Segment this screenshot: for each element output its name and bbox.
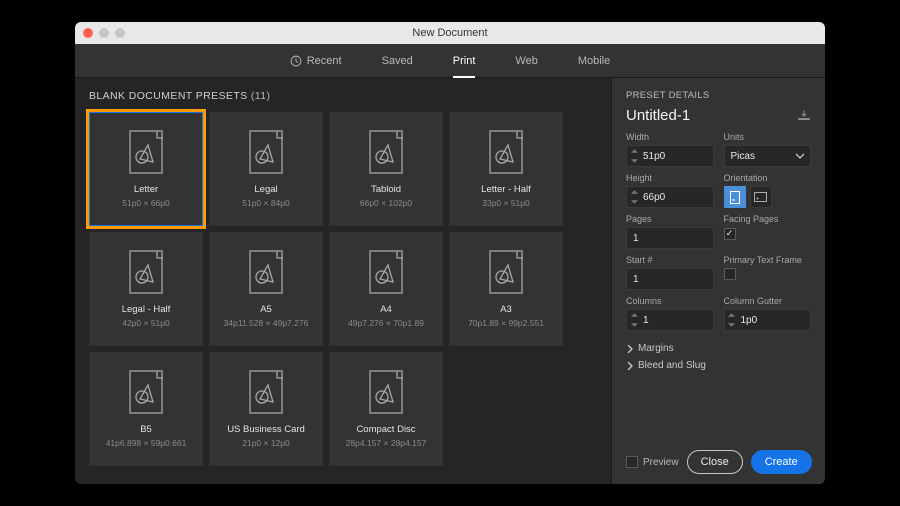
tab-mobile[interactable]: Mobile <box>578 44 610 78</box>
margins-section[interactable]: Margins <box>626 343 811 354</box>
orientation-portrait[interactable] <box>724 186 746 208</box>
preset-card[interactable]: Legal 51p0 × 84p0 <box>209 112 323 226</box>
preset-dimensions: 49p7.276 × 70p1.89 <box>348 318 424 328</box>
chevron-right-icon <box>626 362 634 370</box>
preset-card[interactable]: A5 34p11.528 × 49p7.276 <box>209 232 323 346</box>
preset-name: B5 <box>140 424 152 435</box>
preset-card[interactable]: Letter 51p0 × 66p0 <box>89 112 203 226</box>
preset-name: Compact Disc <box>356 424 415 435</box>
preset-card[interactable]: Letter - Half 33p0 × 51p0 <box>449 112 563 226</box>
preset-dimensions: 34p11.528 × 49p7.276 <box>224 318 309 328</box>
width-input[interactable]: 51p0 <box>626 145 714 167</box>
presets-panel: BLANK DOCUMENT PRESETS (11) Letter 51p0 ×… <box>75 78 611 484</box>
tab-recent-label: Recent <box>307 55 342 67</box>
preset-name: Letter - Half <box>481 184 531 195</box>
height-stepper[interactable] <box>627 187 641 207</box>
primary-text-frame-checkbox[interactable] <box>724 268 736 280</box>
tab-web[interactable]: Web <box>515 44 537 78</box>
close-button[interactable]: Close <box>687 450 743 474</box>
columns-label: Columns <box>626 296 714 306</box>
preset-dimensions: 33p0 × 51p0 <box>482 198 530 208</box>
preset-dimensions: 42p0 × 51p0 <box>122 318 170 328</box>
width-label: Width <box>626 132 714 142</box>
presets-heading: BLANK DOCUMENT PRESETS (11) <box>89 90 597 102</box>
preset-dimensions: 70p1.89 × 99p2.551 <box>468 318 544 328</box>
create-button[interactable]: Create <box>751 450 812 474</box>
preset-card[interactable]: B5 41p6.898 × 59p0.661 <box>89 352 203 466</box>
preset-name: Letter <box>134 184 158 195</box>
preset-name: Legal - Half <box>122 304 171 315</box>
close-window-button[interactable] <box>83 28 93 38</box>
pages-label: Pages <box>626 214 714 224</box>
preset-name: Tabloid <box>371 184 401 195</box>
units-select[interactable]: Picas <box>724 145 812 167</box>
start-input[interactable]: 1 <box>626 268 714 290</box>
details-heading: PRESET DETAILS <box>626 90 811 101</box>
category-tabs: Recent Saved Print Web Mobile <box>75 44 825 78</box>
preset-name: US Business Card <box>227 424 305 435</box>
orientation-landscape[interactable] <box>750 186 772 208</box>
height-input[interactable]: 66p0 <box>626 186 714 208</box>
new-document-window: New Document Recent Saved Print Web Mobi… <box>75 22 825 484</box>
preset-card[interactable]: A3 70p1.89 × 99p2.551 <box>449 232 563 346</box>
chevron-down-icon <box>796 152 804 160</box>
gutter-stepper[interactable] <box>725 310 739 330</box>
zoom-window-button[interactable] <box>115 28 125 38</box>
preset-name: A4 <box>380 304 392 315</box>
chevron-right-icon <box>626 345 634 353</box>
gutter-label: Column Gutter <box>724 296 812 306</box>
columns-stepper[interactable] <box>627 310 641 330</box>
facing-pages-checkbox[interactable] <box>724 228 736 240</box>
gutter-input[interactable]: 1p0 <box>724 309 812 331</box>
titlebar: New Document <box>75 22 825 44</box>
units-label: Units <box>724 132 812 142</box>
preset-details-panel: PRESET DETAILS Untitled-1 Width 51p0 <box>611 78 825 484</box>
pages-input[interactable]: 1 <box>626 227 714 249</box>
preset-dimensions: 51p0 × 66p0 <box>122 198 170 208</box>
primary-text-frame-label: Primary Text Frame <box>724 255 812 265</box>
preset-name: A5 <box>260 304 272 315</box>
document-name[interactable]: Untitled-1 <box>626 107 690 124</box>
preset-dimensions: 66p0 × 102p0 <box>360 198 412 208</box>
orientation-label: Orientation <box>724 173 812 183</box>
preset-card[interactable]: Legal - Half 42p0 × 51p0 <box>89 232 203 346</box>
start-label: Start # <box>626 255 714 265</box>
preset-card[interactable]: Tabloid 66p0 × 102p0 <box>329 112 443 226</box>
preset-dimensions: 51p0 × 84p0 <box>242 198 290 208</box>
clock-icon <box>290 55 302 67</box>
tab-recent[interactable]: Recent <box>290 44 342 78</box>
height-label: Height <box>626 173 714 183</box>
columns-input[interactable]: 1 <box>626 309 714 331</box>
save-preset-icon[interactable] <box>797 110 811 122</box>
window-title: New Document <box>75 27 825 39</box>
preset-name: A3 <box>500 304 512 315</box>
preset-card[interactable]: US Business Card 21p0 × 12p0 <box>209 352 323 466</box>
preview-checkbox[interactable] <box>626 456 638 468</box>
portrait-icon <box>730 191 740 204</box>
preview-label: Preview <box>643 457 679 468</box>
facing-pages-label: Facing Pages <box>724 214 812 224</box>
preset-card[interactable]: A4 49p7.276 × 70p1.89 <box>329 232 443 346</box>
preset-name: Legal <box>254 184 277 195</box>
landscape-icon <box>754 192 767 202</box>
preset-dimensions: 28p4.157 × 28p4.157 <box>346 438 427 448</box>
minimize-window-button[interactable] <box>99 28 109 38</box>
preset-dimensions: 21p0 × 12p0 <box>242 438 290 448</box>
tab-saved[interactable]: Saved <box>382 44 413 78</box>
width-stepper[interactable] <box>627 146 641 166</box>
tab-print[interactable]: Print <box>453 44 476 78</box>
preset-dimensions: 41p6.898 × 59p0.661 <box>106 438 187 448</box>
preset-card[interactable]: Compact Disc 28p4.157 × 28p4.157 <box>329 352 443 466</box>
bleed-section[interactable]: Bleed and Slug <box>626 360 811 371</box>
